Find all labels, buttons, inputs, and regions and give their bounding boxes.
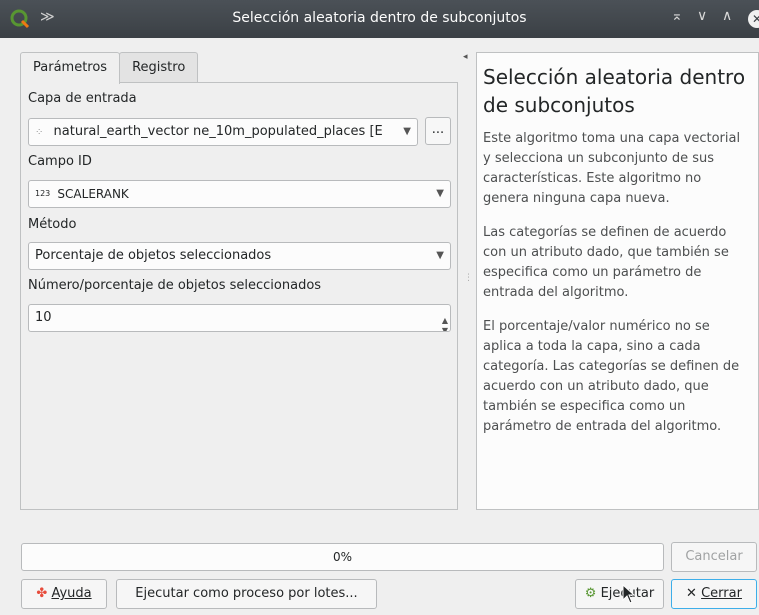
close-button-label: Cerrar bbox=[701, 586, 742, 601]
help-button-label: Ayuda bbox=[51, 586, 92, 601]
chevron-down-icon: ▼ bbox=[436, 250, 444, 261]
window-titlebar: ≫ Selección aleatoria dentro de subconju… bbox=[0, 0, 759, 38]
cancel-button[interactable]: Cancelar bbox=[671, 542, 757, 572]
maximize-icon[interactable]: ∧ bbox=[722, 8, 732, 24]
parameters-tab-content: Capa de entrada ⁘ natural_earth_vector n… bbox=[20, 82, 458, 510]
tab-parameters[interactable]: Parámetros bbox=[20, 52, 121, 84]
help-button[interactable]: ✤ Ayuda bbox=[21, 579, 107, 609]
id-field-combo[interactable]: 123 SCALERANK ▼ bbox=[28, 180, 451, 208]
method-combo[interactable]: Porcentaje de objetos seleccionados ▼ bbox=[28, 242, 451, 270]
numeric-field-icon: 123 bbox=[35, 189, 51, 198]
input-layer-label: Capa de entrada bbox=[28, 91, 137, 106]
shade-window-icon[interactable]: ⌅ bbox=[671, 8, 683, 24]
run-gear-icon: ⚙ bbox=[584, 586, 597, 601]
input-layer-value: natural_earth_vector ne_10m_populated_pl… bbox=[53, 124, 383, 139]
point-layer-icon: ⁘ bbox=[35, 127, 44, 138]
chevron-down-icon: ▼ bbox=[436, 188, 444, 199]
number-value: 10 bbox=[35, 310, 52, 325]
id-field-label: Campo ID bbox=[28, 154, 92, 169]
close-button[interactable]: ✕ Cerrar bbox=[671, 579, 757, 609]
help-panel: Selección aleatoria dentro de subconjuto… bbox=[476, 52, 759, 510]
progress-bar: 0% bbox=[21, 543, 664, 571]
window-title: Selección aleatoria dentro de subconjuto… bbox=[232, 10, 527, 26]
batch-process-button[interactable]: Ejecutar como proceso por lotes... bbox=[116, 579, 377, 609]
help-paragraph: Las categorías se definen de acuerdo con… bbox=[483, 225, 729, 300]
number-spinbox[interactable]: 10 ▲ ▼ bbox=[28, 304, 451, 332]
method-value: Porcentaje de objetos seleccionados bbox=[35, 248, 272, 263]
tab-log[interactable]: Registro bbox=[119, 52, 199, 83]
spin-down-icon[interactable]: ▼ bbox=[442, 318, 448, 331]
close-x-icon: ✕ bbox=[686, 586, 697, 601]
tab-bar: Parámetros Registro bbox=[20, 52, 199, 84]
collapse-arrow-icon[interactable]: ◂ bbox=[463, 52, 468, 62]
input-layer-combo[interactable]: ⁘ natural_earth_vector ne_10m_populated_… bbox=[28, 118, 418, 146]
close-window-icon[interactable]: ✕ bbox=[748, 10, 759, 28]
method-label: Método bbox=[28, 217, 77, 232]
parameters-panel: Parámetros Registro Capa de entrada ⁘ na… bbox=[20, 52, 458, 510]
help-title: Selección aleatoria dentro de subconjuto… bbox=[483, 65, 746, 117]
id-field-value: SCALERANK bbox=[57, 187, 129, 201]
browse-layer-button[interactable]: ... bbox=[425, 117, 451, 145]
panel-splitter[interactable]: ◂ ⋮ bbox=[463, 52, 473, 510]
minimize-icon[interactable]: ∨ bbox=[697, 8, 707, 24]
help-lifebuoy-icon: ✤ bbox=[36, 586, 48, 601]
help-paragraph: El porcentaje/valor numérico no se aplic… bbox=[483, 319, 740, 434]
mouse-cursor-icon bbox=[622, 584, 636, 604]
run-button[interactable]: ⚙ Ejecutar bbox=[575, 579, 664, 609]
number-label: Número/porcentaje de objetos seleccionad… bbox=[28, 278, 322, 293]
splitter-handle-icon: ⋮ bbox=[464, 273, 473, 283]
chevron-down-icon: ▼ bbox=[403, 126, 411, 137]
help-paragraph: Este algoritmo toma una capa vectorial y… bbox=[483, 131, 741, 206]
